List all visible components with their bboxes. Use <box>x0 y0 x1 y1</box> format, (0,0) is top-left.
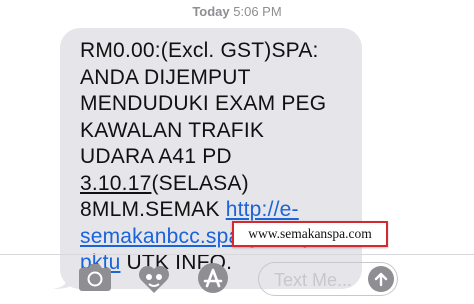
message-line: ANDA DIJEMPUT <box>80 65 251 89</box>
message-line: UDARA A41 PD <box>80 145 232 168</box>
message-line: MENDUDUKI EXAM PEG <box>80 92 327 115</box>
camera-icon[interactable] <box>78 262 112 292</box>
url-link-part[interactable]: http://e- <box>226 198 299 221</box>
message-input[interactable]: Text Me... <box>258 262 398 296</box>
app-store-icon[interactable] <box>197 262 229 294</box>
send-arrow-icon <box>374 272 388 287</box>
input-placeholder: Text Me... <box>274 270 353 290</box>
message-line: RM0.00:(Excl. GST)SPA: <box>80 39 319 62</box>
message-bubble[interactable]: RM0.00:(Excl. GST)SPA: ANDA DIJEMPUT MEN… <box>60 28 362 289</box>
incoming-message[interactable]: RM0.00:(Excl. GST)SPA: ANDA DIJEMPUT MEN… <box>52 28 362 289</box>
date-link[interactable]: 3.10.17 <box>80 172 151 195</box>
watermark-label: www.semakanspa.com <box>232 221 388 247</box>
send-button[interactable] <box>368 266 394 292</box>
timestamp-day: Today <box>192 4 230 19</box>
timestamp-time: 5:06 PM <box>233 4 282 19</box>
message-line: 3.10.17(SELASA) <box>80 171 348 198</box>
toolbar-divider <box>0 254 474 255</box>
semak-text: 8MLM.SEMAK <box>80 198 226 221</box>
message-timestamp: Today 5:06 PM <box>0 4 474 19</box>
message-line: KAWALAN TRAFIK <box>80 118 265 142</box>
message-line: 8MLM.SEMAK http://e- <box>80 197 348 224</box>
date-suffix: (SELASA) <box>151 171 249 195</box>
digital-touch-icon[interactable] <box>137 262 171 296</box>
